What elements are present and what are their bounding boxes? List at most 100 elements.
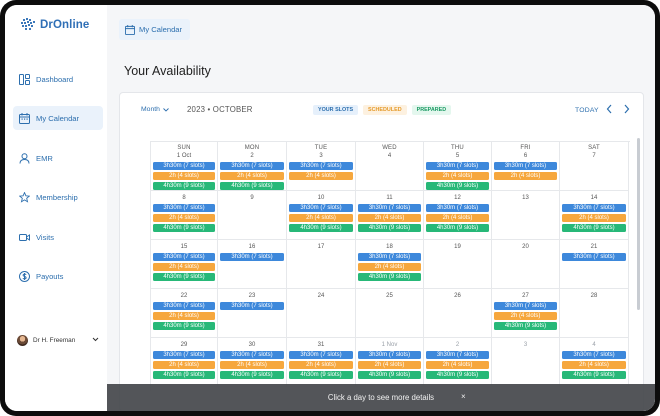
prepared-pill[interactable]: 4h30m (9 slots) [220,182,284,190]
calendar-day-cell[interactable]: 24 [287,289,356,338]
calendar-day-cell[interactable]: 3 [492,338,560,387]
calendar-day-cell[interactable]: 10 3h30m (7 slots) 2h (4 slots) 4h30m (9 sl… [287,191,356,240]
sidebar-item-dashboard[interactable]: Dashboard [13,67,103,91]
scheduled-pill[interactable]: 2h (4 slots) [358,263,421,271]
scheduled-pill[interactable]: 2h (4 slots) [494,172,557,180]
calendar-day-cell[interactable]: 14 3h30m (7 slots) 2h (4 slots) 4h30m (9 sl… [560,191,629,240]
calendar-day-cell[interactable]: 17 [287,240,356,289]
calendar-day-cell[interactable]: 16 3h30m (7 slots) [218,240,287,289]
scheduled-pill[interactable]: 2h (4 slots) [358,214,421,222]
view-select[interactable]: Month [141,106,169,113]
sidebar-item-my-calendar[interactable]: My Calendar [13,106,103,130]
prepared-pill[interactable]: 4h30m (9 slots) [153,371,215,379]
your-slots-pill[interactable]: 3h30m (7 slots) [220,253,284,261]
calendar-day-cell[interactable]: 20 [492,240,560,289]
prepared-pill[interactable]: 4h30m (9 slots) [562,371,626,379]
prepared-pill[interactable]: 4h30m (9 slots) [426,182,489,190]
calendar-day-cell[interactable]: 15 3h30m (7 slots) 2h (4 slots) 4h30m (9 sl… [151,240,218,289]
your-slots-pill[interactable]: 3h30m (7 slots) [358,351,421,359]
your-slots-pill[interactable]: 3h30m (7 slots) [220,162,284,170]
scheduled-pill[interactable]: 2h (4 slots) [220,172,284,180]
calendar-day-cell[interactable]: 30 3h30m (7 slots) 2h (4 slots) 4h30m (9 sl… [218,338,287,387]
your-slots-pill[interactable]: 3h30m (7 slots) [289,162,353,170]
your-slots-pill[interactable]: 3h30m (7 slots) [426,162,489,170]
scheduled-pill[interactable]: 2h (4 slots) [289,172,353,180]
your-slots-pill[interactable]: 3h30m (7 slots) [220,351,284,359]
calendar-day-cell[interactable]: 2 3h30m (7 slots) 2h (4 slots) 4h30m (9 slo… [424,338,492,387]
user-menu[interactable]: Dr H. Freeman [17,332,103,348]
your-slots-pill[interactable]: 3h30m (7 slots) [426,204,489,212]
sidebar-item-emr[interactable]: EMR [13,146,103,170]
calendar-day-cell[interactable]: TUE 3 3h30m (7 slots) 2h (4 slots) [287,142,356,191]
scheduled-pill[interactable]: 2h (4 slots) [153,263,215,271]
today-button[interactable]: TODAY [575,107,599,114]
sidebar-item-visits[interactable]: Visits [13,225,103,249]
your-slots-pill[interactable]: 3h30m (7 slots) [494,162,557,170]
calendar-day-cell[interactable]: 1 Nov 3h30m (7 slots) 2h (4 slots) 4h30m (9… [356,338,424,387]
your-slots-pill[interactable]: 3h30m (7 slots) [289,204,353,212]
calendar-day-cell[interactable]: 13 [492,191,560,240]
prepared-pill[interactable]: 4h30m (9 slots) [289,371,353,379]
sidebar-item-membership[interactable]: Membership [13,185,103,209]
calendar-day-cell[interactable]: WED 4 [356,142,424,191]
prepared-pill[interactable]: 4h30m (9 slots) [289,224,353,232]
scheduled-pill[interactable]: 2h (4 slots) [494,312,557,320]
prepared-pill[interactable]: 4h30m (9 slots) [426,371,489,379]
calendar-day-cell[interactable]: THU 5 3h30m (7 slots) 2h (4 slots) 4h30m (9 … [424,142,492,191]
calendar-day-cell[interactable]: 28 [560,289,629,338]
calendar-day-cell[interactable]: 26 [424,289,492,338]
calendar-day-cell[interactable]: MON 2 3h30m (7 slots) 2h (4 slots) 4h30m (9 … [218,142,287,191]
scheduled-pill[interactable]: 2h (4 slots) [426,172,489,180]
calendar-day-cell[interactable]: 27 3h30m (7 slots) 2h (4 slots) 4h30m (9 sl… [492,289,560,338]
calendar-day-cell[interactable]: FRI 6 3h30m (7 slots) 2h (4 slots) [492,142,560,191]
scheduled-pill[interactable]: 2h (4 slots) [289,361,353,369]
your-slots-pill[interactable]: 3h30m (7 slots) [153,204,215,212]
calendar-day-cell[interactable]: 31 3h30m (7 slots) 2h (4 slots) 4h30m (9 sl… [287,338,356,387]
app-logo[interactable]: DrOnline [20,18,89,31]
scrollbar[interactable] [637,138,640,310]
your-slots-pill[interactable]: 3h30m (7 slots) [153,302,215,310]
calendar-day-cell[interactable]: 8 3h30m (7 slots) 2h (4 slots) 4h30m (9 slo… [151,191,218,240]
your-slots-pill[interactable]: 3h30m (7 slots) [358,253,421,261]
scheduled-pill[interactable]: 2h (4 slots) [426,361,489,369]
prepared-pill[interactable]: 4h30m (9 slots) [562,224,626,232]
scheduled-pill[interactable]: 2h (4 slots) [220,361,284,369]
calendar-day-cell[interactable]: 22 3h30m (7 slots) 2h (4 slots) 4h30m (9 sl… [151,289,218,338]
your-slots-pill[interactable]: 3h30m (7 slots) [153,351,215,359]
calendar-day-cell[interactable]: 12 3h30m (7 slots) 2h (4 slots) 4h30m (9 sl… [424,191,492,240]
scheduled-pill[interactable]: 2h (4 slots) [562,214,626,222]
calendar-day-cell[interactable]: 4 3h30m (7 slots) 2h (4 slots) 4h30m (9 slo… [560,338,629,387]
calendar-day-cell[interactable]: 23 3h30m (7 slots) [218,289,287,338]
your-slots-pill[interactable]: 3h30m (7 slots) [153,253,215,261]
scheduled-pill[interactable]: 2h (4 slots) [289,214,353,222]
calendar-day-cell[interactable]: 9 [218,191,287,240]
calendar-day-cell[interactable]: 19 [424,240,492,289]
breadcrumb[interactable]: My Calendar [119,19,191,40]
your-slots-pill[interactable]: 3h30m (7 slots) [426,351,489,359]
close-icon[interactable]: × [461,392,466,401]
scheduled-pill[interactable]: 2h (4 slots) [153,172,215,180]
calendar-day-cell[interactable]: SUN 1 Oct 3h30m (7 slots) 2h (4 slots) 4h30m… [151,142,218,191]
your-slots-pill[interactable]: 3h30m (7 slots) [562,253,626,261]
your-slots-pill[interactable]: 3h30m (7 slots) [358,204,421,212]
scheduled-pill[interactable]: 2h (4 slots) [358,361,421,369]
calendar-day-cell[interactable]: SAT 7 [560,142,629,191]
prepared-pill[interactable]: 4h30m (9 slots) [153,224,215,232]
calendar-day-cell[interactable]: 29 3h30m (7 slots) 2h (4 slots) 4h30m (9 sl… [151,338,218,387]
scheduled-pill[interactable]: 2h (4 slots) [153,312,215,320]
calendar-day-cell[interactable]: 25 [356,289,424,338]
your-slots-pill[interactable]: 3h30m (7 slots) [562,204,626,212]
prepared-pill[interactable]: 4h30m (9 slots) [494,322,557,330]
prepared-pill[interactable]: 4h30m (9 slots) [358,371,421,379]
your-slots-pill[interactable]: 3h30m (7 slots) [494,302,557,310]
sidebar-item-payouts[interactable]: Payouts [13,264,103,288]
prepared-pill[interactable]: 4h30m (9 slots) [358,224,421,232]
scheduled-pill[interactable]: 2h (4 slots) [153,214,215,222]
chevron-right-icon[interactable] [623,104,630,117]
prepared-pill[interactable]: 4h30m (9 slots) [426,224,489,232]
prepared-pill[interactable]: 4h30m (9 slots) [153,273,215,281]
scheduled-pill[interactable]: 2h (4 slots) [426,214,489,222]
prepared-pill[interactable]: 4h30m (9 slots) [358,273,421,281]
your-slots-pill[interactable]: 3h30m (7 slots) [289,351,353,359]
chevron-left-icon[interactable] [606,104,613,117]
